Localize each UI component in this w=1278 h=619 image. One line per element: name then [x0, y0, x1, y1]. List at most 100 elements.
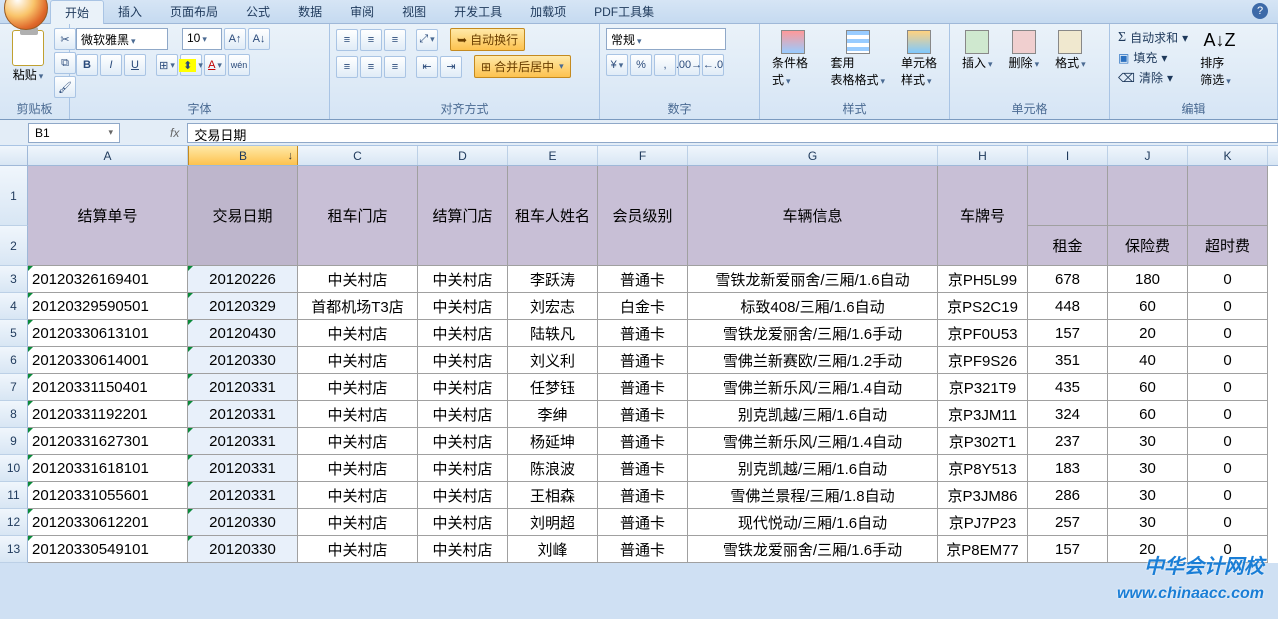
data-cell[interactable]: 0: [1188, 455, 1268, 482]
data-cell[interactable]: 中关村店: [418, 428, 508, 455]
data-cell[interactable]: 0: [1188, 266, 1268, 293]
data-cell[interactable]: 标致408/三厢/1.6自动: [688, 293, 938, 320]
data-cell[interactable]: 普通卡: [598, 455, 688, 482]
data-cell[interactable]: 普通卡: [598, 428, 688, 455]
col-header-E[interactable]: E: [508, 146, 598, 165]
align-bottom-button[interactable]: ≡: [384, 29, 406, 51]
data-cell[interactable]: 20120330612201: [28, 509, 188, 536]
paste-button[interactable]: 粘贴: [6, 28, 50, 85]
data-cell[interactable]: 刘义利: [508, 347, 598, 374]
data-cell[interactable]: 678: [1028, 266, 1108, 293]
data-cell[interactable]: 30: [1108, 428, 1188, 455]
header-cell[interactable]: 交易日期: [188, 166, 298, 266]
header-cell[interactable]: 保险费: [1108, 226, 1188, 266]
align-right-button[interactable]: ≡: [384, 56, 406, 78]
clear-button[interactable]: ⌫清除 ▾: [1116, 68, 1190, 87]
data-cell[interactable]: 陆轶凡: [508, 320, 598, 347]
data-cell[interactable]: 普通卡: [598, 266, 688, 293]
col-header-B[interactable]: B: [188, 146, 298, 165]
data-cell[interactable]: 刘峰: [508, 536, 598, 563]
data-cell[interactable]: 20120326169401: [28, 266, 188, 293]
data-cell[interactable]: 中关村店: [418, 455, 508, 482]
data-cell[interactable]: 286: [1028, 482, 1108, 509]
data-cell[interactable]: 李跃涛: [508, 266, 598, 293]
row-header-6[interactable]: 6: [0, 347, 28, 374]
number-format-combo[interactable]: 常规: [606, 28, 726, 50]
data-cell[interactable]: 20120330549101: [28, 536, 188, 563]
fx-icon[interactable]: fx: [170, 126, 179, 140]
data-cell[interactable]: 180: [1108, 266, 1188, 293]
data-cell[interactable]: 雪铁龙新爱丽舍/三厢/1.6自动: [688, 266, 938, 293]
row-header-5[interactable]: 5: [0, 320, 28, 347]
data-cell[interactable]: 李绅: [508, 401, 598, 428]
increase-decimal-button[interactable]: .00→: [678, 54, 700, 76]
ribbon-tab-8[interactable]: 加载项: [516, 0, 580, 24]
data-cell[interactable]: 0: [1188, 320, 1268, 347]
data-cell[interactable]: 普通卡: [598, 374, 688, 401]
data-cell[interactable]: 20120331055601: [28, 482, 188, 509]
header-cell[interactable]: 租车门店: [298, 166, 418, 266]
data-cell[interactable]: 杨延坤: [508, 428, 598, 455]
fill-button[interactable]: ▣填充 ▾: [1116, 48, 1190, 67]
border-button[interactable]: ⊞: [156, 54, 178, 76]
data-cell[interactable]: 中关村店: [418, 320, 508, 347]
data-cell[interactable]: 20120330614001: [28, 347, 188, 374]
data-cell[interactable]: 351: [1028, 347, 1108, 374]
format-as-table-button[interactable]: 套用 表格格式: [824, 28, 891, 90]
data-cell[interactable]: 中关村店: [298, 509, 418, 536]
align-center-button[interactable]: ≡: [360, 56, 382, 78]
sort-filter-button[interactable]: A↓Z排序 筛选: [1194, 28, 1237, 90]
data-cell[interactable]: 40: [1108, 347, 1188, 374]
header-cell[interactable]: 车牌号: [938, 166, 1028, 266]
ribbon-tab-7[interactable]: 开发工具: [440, 0, 516, 24]
row-header-8[interactable]: 8: [0, 401, 28, 428]
data-cell[interactable]: 20120331618101: [28, 455, 188, 482]
data-cell[interactable]: 20120226: [188, 266, 298, 293]
data-cell[interactable]: 雪佛兰新赛欧/三厢/1.2手动: [688, 347, 938, 374]
row-header-12[interactable]: 12: [0, 509, 28, 536]
col-header-A[interactable]: A: [28, 146, 188, 165]
ribbon-tab-1[interactable]: 插入: [104, 0, 156, 24]
data-cell[interactable]: 20120329: [188, 293, 298, 320]
ribbon-tab-3[interactable]: 公式: [232, 0, 284, 24]
header-cell[interactable]: 租金: [1028, 226, 1108, 266]
decrease-indent-button[interactable]: ⇤: [416, 56, 438, 78]
data-cell[interactable]: 普通卡: [598, 509, 688, 536]
increase-indent-button[interactable]: ⇥: [440, 56, 462, 78]
data-cell[interactable]: 0: [1188, 401, 1268, 428]
data-cell[interactable]: 京P3JM86: [938, 482, 1028, 509]
data-cell[interactable]: 别克凯越/三厢/1.6自动: [688, 455, 938, 482]
header-cell[interactable]: 车辆信息: [688, 166, 938, 266]
merge-center-button[interactable]: ⊞合并后居中: [474, 55, 571, 78]
col-header-I[interactable]: I: [1028, 146, 1108, 165]
data-cell[interactable]: 陈浪波: [508, 455, 598, 482]
data-cell[interactable]: 20120330: [188, 347, 298, 374]
data-cell[interactable]: 20: [1108, 320, 1188, 347]
data-cell[interactable]: 京PJ7P23: [938, 509, 1028, 536]
header-cell[interactable]: 结算单号: [28, 166, 188, 266]
data-cell[interactable]: 157: [1028, 320, 1108, 347]
header-cell[interactable]: 会员级别: [598, 166, 688, 266]
data-cell[interactable]: 普通卡: [598, 347, 688, 374]
decrease-decimal-button[interactable]: ←.0: [702, 54, 724, 76]
font-size-combo[interactable]: 10: [182, 28, 222, 50]
align-top-button[interactable]: ≡: [336, 29, 358, 51]
delete-cells-button[interactable]: 删除: [1003, 28, 1046, 73]
data-cell[interactable]: 雪佛兰新乐风/三厢/1.4自动: [688, 374, 938, 401]
formula-bar-input[interactable]: 交易日期: [187, 123, 1278, 143]
data-cell[interactable]: 京PF0U53: [938, 320, 1028, 347]
data-cell[interactable]: 中关村店: [298, 374, 418, 401]
data-cell[interactable]: 183: [1028, 455, 1108, 482]
row-header-7[interactable]: 7: [0, 374, 28, 401]
data-cell[interactable]: 京P321T9: [938, 374, 1028, 401]
data-cell[interactable]: 中关村店: [418, 293, 508, 320]
data-cell[interactable]: 普通卡: [598, 536, 688, 563]
data-cell[interactable]: 中关村店: [418, 509, 508, 536]
data-cell[interactable]: 60: [1108, 374, 1188, 401]
data-cell[interactable]: 30: [1108, 509, 1188, 536]
header-cell[interactable]: [1028, 166, 1108, 226]
row-header-10[interactable]: 10: [0, 455, 28, 482]
align-left-button[interactable]: ≡: [336, 56, 358, 78]
shrink-font-button[interactable]: A↓: [248, 28, 270, 50]
cell-styles-button[interactable]: 单元格 样式: [895, 28, 943, 90]
